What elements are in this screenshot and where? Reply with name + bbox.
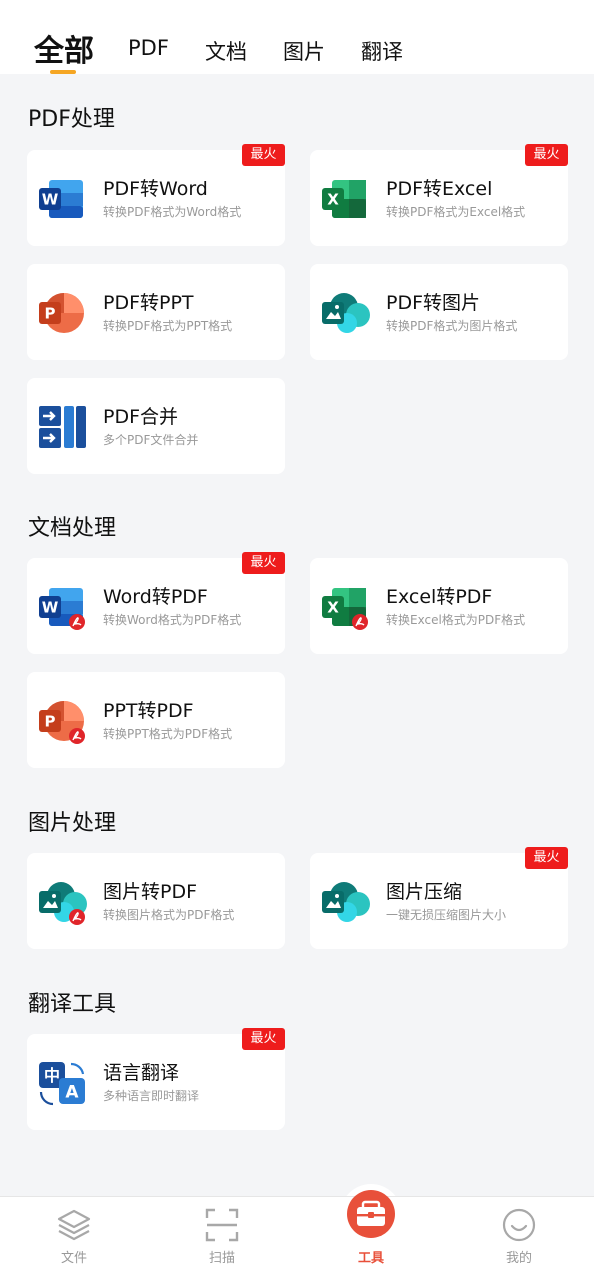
card-image-to-pdf[interactable]: 图片转PDF 转换图片格式为PDF格式 xyxy=(27,853,285,949)
tab-translate[interactable]: 翻译 xyxy=(361,36,403,66)
card-title: Word转PDF xyxy=(103,586,208,608)
hot-badge: 最火 xyxy=(242,552,285,574)
image-compress-icon xyxy=(322,882,370,922)
card-title: PDF转图片 xyxy=(386,292,481,314)
hot-badge: 最火 xyxy=(242,1028,285,1050)
card-title: Excel转PDF xyxy=(386,586,493,608)
nav-item-tools[interactable]: 工具 xyxy=(297,1190,445,1280)
hot-badge: 最火 xyxy=(242,144,285,166)
card-word-to-pdf[interactable]: Word转PDF 转换Word格式为PDF格式 最火 xyxy=(27,552,285,654)
card-ppt-to-pdf[interactable]: PPT转PDF 转换PPT格式为PDF格式 xyxy=(27,672,285,768)
image-to-pdf-icon xyxy=(39,882,87,925)
hot-badge: 最火 xyxy=(525,144,568,166)
bottom-nav: 文件 扫描 工具 我的 xyxy=(0,1190,594,1280)
card-subtitle: 一键无损压缩图片大小 xyxy=(386,908,507,922)
nav-item-scan[interactable]: 扫描 xyxy=(148,1197,296,1280)
card-pdf-to-word[interactable]: PDF转Word 转换PDF格式为Word格式 最火 xyxy=(27,144,285,246)
nav-label: 我的 xyxy=(505,1251,532,1266)
nav-item-mine[interactable]: 我的 xyxy=(445,1197,593,1280)
card-title: 语言翻译 xyxy=(103,1062,180,1084)
card-subtitle: 转换PDF格式为图片格式 xyxy=(386,319,518,333)
card-subtitle: 转换PDF格式为Word格式 xyxy=(103,205,242,219)
card-subtitle: 多种语言即时翻译 xyxy=(103,1089,200,1103)
nav-item-file[interactable]: 文件 xyxy=(0,1197,148,1280)
excel-icon xyxy=(322,180,366,218)
card-title: PDF合并 xyxy=(103,406,179,428)
card-image-compress[interactable]: 图片压缩 一键无损压缩图片大小 最火 xyxy=(310,847,568,949)
section-title-image: 图片处理 xyxy=(28,811,117,836)
card-language-translate[interactable]: 中 A 语言翻译 多种语言即时翻译 最火 xyxy=(27,1028,285,1130)
card-subtitle: 转换Excel格式为PDF格式 xyxy=(386,613,526,627)
card-title: 图片转PDF xyxy=(103,881,198,903)
top-tab-bar: 全部 PDF 文档 图片 翻译 xyxy=(0,0,594,74)
merge-icon xyxy=(39,406,86,448)
hot-badge: 最火 xyxy=(525,847,568,869)
card-subtitle: 转换PPT格式为PDF格式 xyxy=(103,727,233,741)
tab-image[interactable]: 图片 xyxy=(283,36,325,66)
card-pdf-to-excel[interactable]: PDF转Excel 转换PDF格式为Excel格式 最火 xyxy=(310,144,568,246)
card-pdf-to-ppt[interactable]: PDF转PPT 转换PDF格式为PPT格式 xyxy=(27,264,285,360)
card-subtitle: 多个PDF文件合并 xyxy=(103,433,199,447)
card-pdf-to-image[interactable]: PDF转图片 转换PDF格式为图片格式 xyxy=(310,264,568,360)
section-title-document: 文档处理 xyxy=(28,516,117,541)
word-to-pdf-icon xyxy=(39,588,86,630)
tab-all[interactable]: 全部 xyxy=(34,26,94,70)
nav-label: 工具 xyxy=(357,1251,384,1266)
card-title: PPT转PDF xyxy=(103,700,194,722)
scan-icon xyxy=(205,1208,239,1242)
card-subtitle: 转换图片格式为PDF格式 xyxy=(103,908,235,922)
card-title: PDF转PPT xyxy=(103,292,194,314)
card-pdf-merge[interactable]: PDF合并 多个PDF文件合并 xyxy=(27,378,285,474)
word-icon xyxy=(39,180,83,218)
smile-icon xyxy=(502,1208,536,1242)
nav-label: 文件 xyxy=(60,1251,87,1266)
active-tab-indicator xyxy=(50,70,76,74)
tab-document[interactable]: 文档 xyxy=(205,36,247,66)
ppt-to-pdf-icon xyxy=(39,701,86,744)
svg-text:A: A xyxy=(65,1083,79,1103)
section-title-pdf: PDF处理 xyxy=(28,107,115,132)
card-title: PDF转Excel xyxy=(386,178,493,200)
layers-icon xyxy=(57,1209,91,1241)
translate-icon: 中 A xyxy=(39,1062,85,1106)
section-title-translate: 翻译工具 xyxy=(28,992,117,1017)
svg-text:中: 中 xyxy=(44,1066,60,1085)
card-subtitle: 转换PDF格式为PPT格式 xyxy=(103,319,233,333)
card-title: 图片压缩 xyxy=(386,881,463,903)
nav-label: 扫描 xyxy=(208,1251,235,1266)
image-icon xyxy=(322,293,370,333)
card-title: PDF转Word xyxy=(103,178,208,200)
card-subtitle: 转换Word格式为PDF格式 xyxy=(103,613,242,627)
excel-to-pdf-icon xyxy=(322,588,369,630)
ppt-icon xyxy=(39,293,84,333)
card-excel-to-pdf[interactable]: Excel转PDF 转换Excel格式为PDF格式 xyxy=(310,558,568,654)
toolbox-icon xyxy=(347,1190,395,1238)
tab-pdf[interactable]: PDF xyxy=(128,36,169,60)
card-subtitle: 转换PDF格式为Excel格式 xyxy=(386,205,526,219)
